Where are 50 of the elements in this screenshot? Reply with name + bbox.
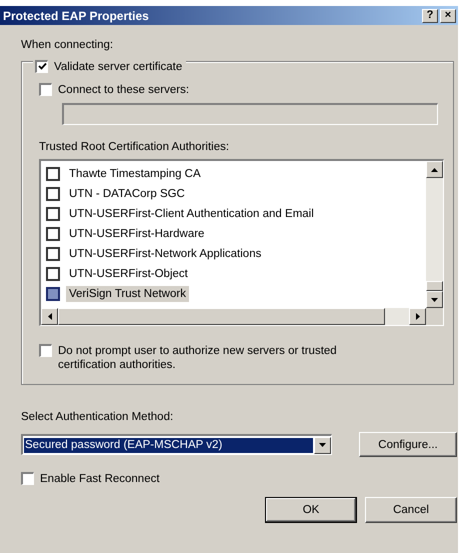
scrollbar-corner	[426, 308, 443, 325]
up-arrow-icon	[431, 168, 438, 172]
checkbox[interactable]	[46, 167, 60, 181]
list-item[interactable]: UTN-USERFirst-Object	[66, 266, 191, 282]
left-arrow-icon	[48, 313, 52, 320]
scroll-left-button[interactable]	[41, 308, 58, 325]
list-label: Trusted Root Certification Authorities:	[39, 141, 230, 153]
right-arrow-icon	[416, 313, 420, 320]
list-item[interactable]: UTN - DATACorp SGC	[66, 186, 188, 202]
down-arrow-icon	[431, 298, 438, 302]
vertical-scrollbar[interactable]	[426, 161, 443, 308]
checkbox[interactable]	[21, 472, 34, 485]
scroll-up-button[interactable]	[426, 161, 443, 178]
help-button[interactable]: ?	[422, 8, 438, 22]
field-label: Select Authentication Method:	[21, 411, 174, 423]
checkbox-label: Connect to these servers:	[58, 83, 190, 97]
configure-button[interactable]: Configure...	[359, 432, 457, 457]
dropdown-value: Secured password (EAP-MSCHAP v2)	[24, 438, 313, 452]
list-item[interactable]: UTN-USERFirst-Hardware	[66, 226, 208, 242]
checkbox[interactable]	[46, 287, 60, 301]
scroll-thumb[interactable]	[426, 281, 443, 291]
checkbox[interactable]	[39, 344, 52, 357]
checkbox[interactable]	[46, 247, 60, 261]
horizontal-scrollbar[interactable]	[41, 308, 426, 325]
checkbox[interactable]	[46, 267, 60, 281]
cancel-button[interactable]: Cancel	[365, 497, 457, 523]
checkbox-label: Do not prompt user to authorize new servers or trusted certification authorities.	[58, 344, 338, 372]
list-item[interactable]: Thawte Timestamping CA	[66, 166, 204, 182]
list-item[interactable]: VeriSign Trust Network	[66, 286, 189, 302]
checkbox[interactable]	[46, 207, 60, 221]
checkbox[interactable]	[46, 187, 60, 201]
checkbox[interactable]	[35, 60, 48, 72]
checkbox-label: Validate server certificate	[54, 60, 182, 74]
down-arrow-icon	[319, 443, 326, 447]
section-label: When connecting:	[21, 39, 114, 51]
servers-input-field[interactable]	[62, 103, 438, 125]
certificate-list[interactable]: Thawte Timestamping CA UTN - DATACorp SGC UTN-USERFirst-Client Authentication and Email UTN-USERFirst-Hardware UTN-USERFirst-Network Applications UTN-USERFirst-Object VeriSign Trust Network	[39, 159, 444, 326]
authentication-dropdown[interactable]: Secured password (EAP-MSCHAP v2)	[21, 434, 332, 455]
window-title: Protected EAP Properties	[3, 8, 150, 22]
list-item[interactable]: UTN-USERFirst-Network Applications	[66, 246, 264, 262]
ok-button[interactable]: OK	[265, 497, 357, 523]
checkbox[interactable]	[46, 227, 60, 241]
list-item[interactable]: UTN-USERFirst-Client Authentication and Email	[66, 206, 317, 222]
checkbox[interactable]	[39, 83, 52, 96]
dropdown-button[interactable]	[314, 436, 331, 454]
checkbox-label: Enable Fast Reconnect	[40, 472, 160, 486]
scroll-down-button[interactable]	[426, 291, 443, 308]
close-button[interactable]: ×	[440, 8, 456, 22]
scroll-right-button[interactable]	[409, 308, 426, 325]
scroll-thumb[interactable]	[58, 308, 385, 325]
